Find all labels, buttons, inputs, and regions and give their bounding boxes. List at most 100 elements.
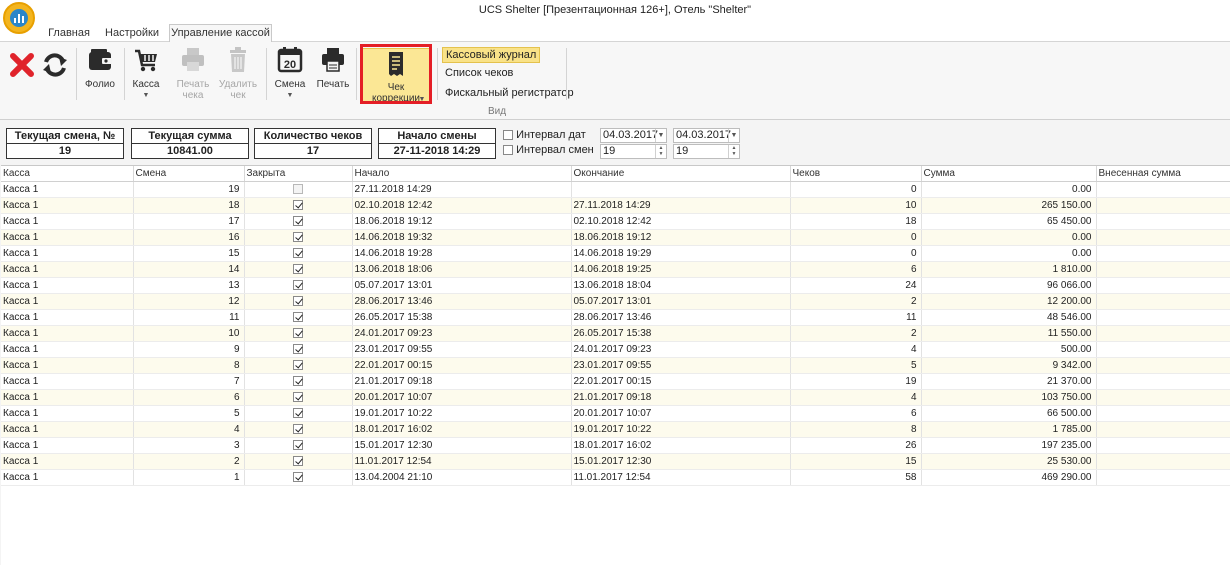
checked-checkbox-icon[interactable] [293,471,303,482]
checked-checkbox-icon[interactable] [293,263,303,274]
cell-start: 24.01.2017 09:23 [352,325,572,342]
cell-closed [244,389,353,406]
cell-deposited-sum [1096,453,1230,470]
unchecked-checkbox-icon[interactable] [293,183,303,194]
close-button[interactable] [8,52,36,81]
column-header[interactable]: Чеков [790,166,922,182]
trash-icon [230,47,246,72]
shift-start-box: Начало смены 27-11-2018 14:29 [378,128,496,159]
table-row[interactable]: Касса 1 18 02.10.2018 12:42 27.11.2018 14:2… [1,197,1230,214]
cell-start: 13.06.2018 18:06 [352,261,572,278]
checked-checkbox-icon[interactable] [293,279,303,290]
shift-interval-checkbox[interactable] [503,145,513,156]
table-row[interactable]: Касса 1 13 05.07.2017 13:01 13.06.2018 18:0… [1,277,1230,294]
cell-checks: 4 [790,341,922,358]
spinner-icon[interactable]: ▲ ▼ [728,145,739,158]
print-check-button[interactable]: Печать чека [172,46,214,101]
tab-settings[interactable]: Настройки [102,25,162,42]
table-row[interactable]: Касса 1 16 14.06.2018 19:32 18.06.2018 19:1… [1,229,1230,246]
table-row[interactable]: Касса 1 2 11.01.2017 12:54 15.01.2017 12:30… [1,453,1230,470]
column-header[interactable]: Закрыта [244,166,353,182]
column-header[interactable]: Внесенная сумма [1096,166,1230,182]
checked-checkbox-icon[interactable] [293,311,303,322]
print-button[interactable]: Печать [314,46,352,90]
date-interval-checkbox[interactable] [503,130,513,141]
checked-checkbox-icon[interactable] [293,215,303,226]
date-to-value: 04.03.2017 [676,129,732,141]
table-row[interactable]: Касса 1 9 23.01.2017 09:55 24.01.2017 09:23… [1,341,1230,358]
table-row[interactable]: Касса 1 5 19.01.2017 10:22 20.01.2017 10:07… [1,405,1230,422]
cell-deposited-sum [1096,437,1230,454]
checked-checkbox-icon[interactable] [293,439,303,450]
cell-end: 14.06.2018 19:25 [571,261,791,278]
checked-checkbox-icon[interactable] [293,247,303,258]
cell-kassa: Касса 1 [1,469,134,486]
cell-start: 14.06.2018 19:28 [352,245,572,262]
table-row[interactable]: Касса 1 7 21.01.2017 09:18 22.01.2017 00:15… [1,373,1230,390]
tab-main[interactable]: Главная [44,25,94,42]
date-interval-filter[interactable]: Интервал дат [503,129,586,141]
column-header[interactable]: Смена [133,166,245,182]
checked-checkbox-icon[interactable] [293,199,303,210]
table-row[interactable]: Касса 1 8 22.01.2017 00:15 23.01.2017 09:55… [1,357,1230,374]
table-row[interactable]: Касса 1 12 28.06.2017 13:46 05.07.2017 13:0… [1,293,1230,310]
table-row[interactable]: Касса 1 6 20.01.2017 10:07 21.01.2017 09:18… [1,389,1230,406]
shift-button[interactable]: 20 Смена ▼ [272,46,308,101]
column-header[interactable]: Начало [352,166,572,182]
cash-journal-grid[interactable]: Касса Смена Закрыта Начало Окончание Чек… [1,165,1230,565]
table-row[interactable]: Касса 1 17 18.06.2018 19:12 02.10.2018 12:4… [1,213,1230,230]
cell-end: 13.06.2018 18:04 [571,277,791,294]
shift-to-field[interactable]: 19 ▲ ▼ [673,144,740,159]
cell-shift: 7 [133,373,245,390]
view-check-list[interactable]: Список чеков [442,66,516,82]
tab-cash-management[interactable]: Управление кассой [169,24,272,43]
checked-checkbox-icon[interactable] [293,295,303,306]
cell-start: 23.01.2017 09:55 [352,341,572,358]
spinner-icon[interactable]: ▲ ▼ [655,145,666,158]
checked-checkbox-icon[interactable] [293,407,303,418]
checked-checkbox-icon[interactable] [293,375,303,386]
table-row[interactable]: Касса 1 3 15.01.2017 12:30 18.01.2017 16:02… [1,437,1230,454]
column-header[interactable]: Окончание [571,166,791,182]
cell-kassa: Касса 1 [1,453,134,470]
date-from-field[interactable]: 04.03.2017 ▼ [600,128,667,143]
table-row[interactable]: Касса 1 1 13.04.2004 21:10 11.01.2017 12:54… [1,469,1230,486]
shift-interval-filter[interactable]: Интервал смен [503,144,594,156]
correction-dropdown-icon[interactable]: ▼ [418,93,426,105]
table-row[interactable]: Касса 1 15 14.06.2018 19:28 14.06.2018 19:2… [1,245,1230,262]
refresh-button[interactable] [40,52,70,81]
table-row[interactable]: Касса 1 14 13.06.2018 18:06 14.06.2018 19:2… [1,261,1230,278]
cell-checks: 8 [790,421,922,438]
folio-button[interactable]: Фолио [82,46,118,90]
shift-label: Смена [274,79,306,90]
folio-label: Фолио [85,79,115,90]
checks-count-box: Количество чеков 17 [254,128,372,159]
wallet-icon [89,49,112,70]
delete-check-button[interactable]: Удалить чек [216,46,260,101]
column-header[interactable]: Касса [1,166,134,182]
view-cash-journal[interactable]: Кассовый журнал [442,47,541,63]
checked-checkbox-icon[interactable] [293,343,303,354]
column-header[interactable]: Сумма [921,166,1097,182]
cell-checks: 19 [790,373,922,390]
checked-checkbox-icon[interactable] [293,423,303,434]
table-row[interactable]: Касса 1 11 26.05.2017 15:38 28.06.2017 13:4… [1,309,1230,326]
table-row[interactable]: Касса 1 10 24.01.2017 09:23 26.05.2017 15:3… [1,325,1230,342]
kassa-button[interactable]: Касса ▼ [128,46,164,101]
checked-checkbox-icon[interactable] [293,455,303,466]
date-to-field[interactable]: 04.03.2017 ▼ [673,128,740,143]
cell-kassa: Касса 1 [1,341,134,358]
checked-checkbox-icon[interactable] [293,359,303,370]
cell-end: 15.01.2017 12:30 [571,453,791,470]
chevron-down-icon[interactable]: ▼ [655,129,666,142]
checked-checkbox-icon[interactable] [293,327,303,338]
app-logo-icon[interactable] [3,2,35,34]
cell-sum: 12 200.00 [921,293,1097,310]
table-row[interactable]: Касса 1 19 27.11.2018 14:29 0 0.00 [1,181,1230,198]
view-fiscal-registrar[interactable]: Фискальный регистратор [442,86,577,102]
chevron-down-icon[interactable]: ▼ [728,129,739,142]
checked-checkbox-icon[interactable] [293,391,303,402]
checked-checkbox-icon[interactable] [293,231,303,242]
shift-from-field[interactable]: 19 ▲ ▼ [600,144,667,159]
table-row[interactable]: Касса 1 4 18.01.2017 16:02 19.01.2017 10:22… [1,421,1230,438]
